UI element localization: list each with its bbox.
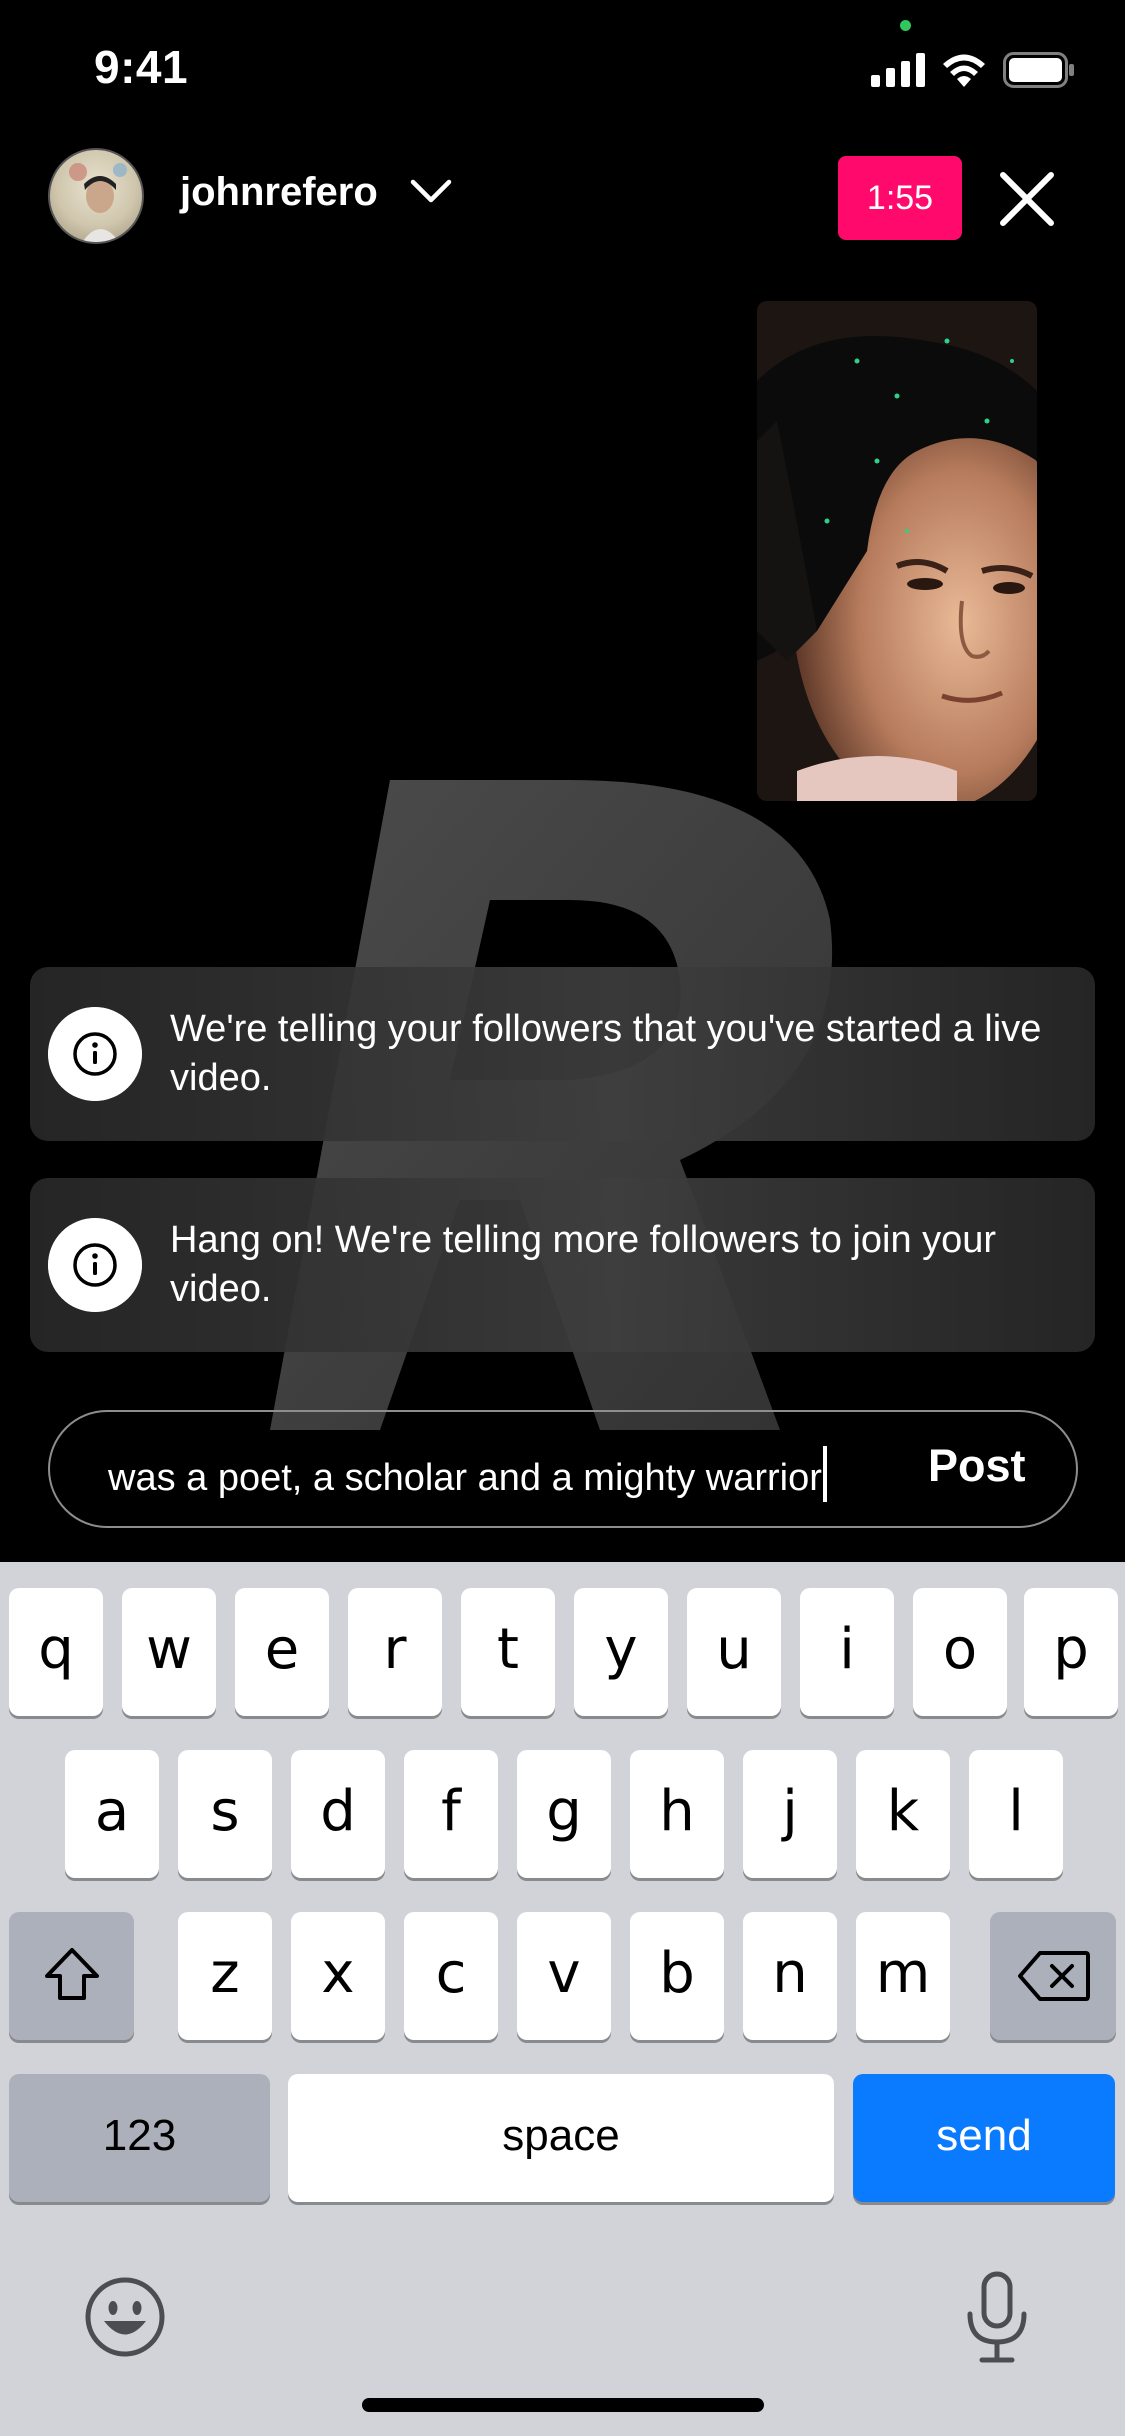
battery-icon — [1003, 52, 1074, 88]
key-r[interactable]: r — [348, 1588, 442, 1716]
key-c[interactable]: c — [404, 1912, 498, 2040]
key-g[interactable]: g — [517, 1750, 611, 1878]
microphone-icon[interactable] — [962, 2270, 1032, 2366]
key-h[interactable]: h — [630, 1750, 724, 1878]
key-b[interactable]: b — [630, 1912, 724, 2040]
shift-key[interactable] — [9, 1912, 134, 2040]
username[interactable]: johnrefero — [180, 170, 378, 215]
key-y[interactable]: y — [574, 1588, 668, 1716]
guest-face-image — [757, 301, 1037, 801]
key-v[interactable]: v — [517, 1912, 611, 2040]
key-l[interactable]: l — [969, 1750, 1063, 1878]
guest-video-tile[interactable] — [757, 301, 1037, 801]
live-notice: We're telling your followers that you've… — [30, 967, 1095, 1141]
key-j[interactable]: j — [743, 1750, 837, 1878]
key-t[interactable]: t — [461, 1588, 555, 1716]
shift-icon — [45, 1948, 99, 2000]
notice-text: Hang on! We're telling more followers to… — [170, 1219, 997, 1310]
backspace-icon — [1018, 1951, 1090, 2001]
close-icon[interactable] — [998, 170, 1056, 228]
live-notice: Hang on! We're telling more followers to… — [30, 1178, 1095, 1352]
key-e[interactable]: e — [235, 1588, 329, 1716]
key-w[interactable]: w — [122, 1588, 216, 1716]
key-z[interactable]: z — [178, 1912, 272, 2040]
key-f[interactable]: f — [404, 1750, 498, 1878]
text-caret — [822, 1446, 827, 1502]
key-a[interactable]: a — [65, 1750, 159, 1878]
space-key[interactable]: space — [288, 2074, 834, 2202]
status-bar: 9:41 — [0, 0, 1125, 132]
delete-key[interactable] — [990, 1912, 1116, 2040]
key-m[interactable]: m — [856, 1912, 950, 2040]
key-q[interactable]: q — [9, 1588, 103, 1716]
cellular-signal-icon — [871, 53, 925, 87]
avatar[interactable] — [48, 148, 144, 244]
comment-text: was a poet, a scholar and a mighty warri… — [108, 1457, 822, 1499]
send-key[interactable]: send — [853, 2074, 1115, 2202]
key-s[interactable]: s — [178, 1750, 272, 1878]
key-p[interactable]: p — [1024, 1588, 1118, 1716]
info-icon — [48, 1218, 142, 1312]
key-u[interactable]: u — [687, 1588, 781, 1716]
numbers-key[interactable]: 123 — [9, 2074, 270, 2202]
chevron-down-icon[interactable] — [410, 178, 452, 204]
status-time: 9:41 — [94, 41, 189, 93]
keyboard: q w e r t y u i o p a s d f g h j k l z … — [0, 1562, 1125, 2436]
key-k[interactable]: k — [856, 1750, 950, 1878]
emoji-icon[interactable] — [84, 2276, 166, 2358]
key-i[interactable]: i — [800, 1588, 894, 1716]
live-timer-badge: 1:55 — [838, 156, 962, 240]
live-video-stage: 9:41 johnrefero 1:55 We're telling your … — [0, 0, 1125, 1562]
key-n[interactable]: n — [743, 1912, 837, 2040]
camera-in-use-indicator — [900, 20, 911, 31]
wifi-icon — [943, 54, 985, 87]
comment-input[interactable]: was a poet, a scholar and a mighty warri… — [48, 1410, 1078, 1528]
home-indicator — [362, 2398, 764, 2412]
post-button[interactable]: Post — [928, 1440, 1026, 1492]
key-o[interactable]: o — [913, 1588, 1007, 1716]
key-x[interactable]: x — [291, 1912, 385, 2040]
avatar-portrait — [69, 163, 127, 242]
key-d[interactable]: d — [291, 1750, 385, 1878]
notice-text: We're telling your followers that you've… — [170, 1008, 1042, 1099]
live-header: johnrefero 1:55 — [0, 148, 1125, 248]
info-icon — [48, 1007, 142, 1101]
